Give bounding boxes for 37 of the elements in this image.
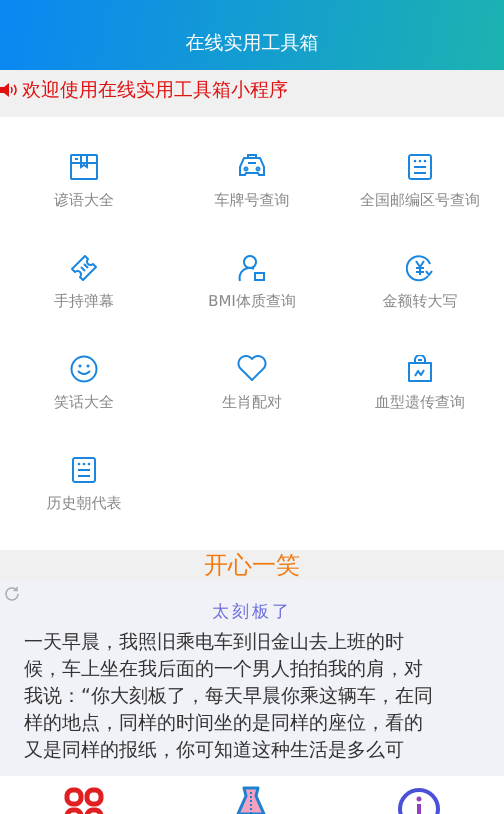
tool-label: 全国邮编区号查询 [360,191,480,210]
tool-item[interactable]: BMI体质查询 [168,218,336,319]
tool-label: 笑话大全 [54,393,114,412]
tool-label: 血型遗传查询 [375,393,465,412]
tool-label: 谚语大全 [54,191,114,210]
notice-text: 欢迎使用在线实用工具箱小程序 [22,78,288,102]
smile-icon [70,355,98,383]
tool-item[interactable]: 笑话大全 [0,319,168,420]
tool-item[interactable]: 金额转大写 [336,218,504,319]
tool-item[interactable]: 生肖配对 [168,319,336,420]
document-icon [70,456,98,484]
bag-icon [406,355,434,383]
tool-item[interactable]: 血型遗传查询 [336,319,504,420]
heart-icon [237,355,267,383]
tool-item[interactable]: 车牌号查询 [168,117,336,218]
tool-item[interactable]: 手持弹幕 [0,218,168,319]
box-icon [70,153,98,181]
joke-text: 一天早晨，我照旧乘电车到旧金山去上班的时候，车上坐在我后面的一个男人拍拍我的肩，对我说：“你大刻板了，每天早晨你乘这辆车，在同样的地点，同样的时间坐的是同样的座位，看的又是同样的报纸，你可知道这种生活是多么可 [24,630,434,763]
tool-item[interactable]: 历史朝代表 [0,420,168,521]
app-title: 在线实用工具箱 [186,31,318,56]
user-icon [238,254,266,282]
tool-item[interactable]: 谚语大全 [0,117,168,218]
speaker-icon [0,82,18,98]
tool-label: 手持弹幕 [54,292,114,311]
tool-item[interactable]: 全国邮编区号查询 [336,117,504,218]
tool-label: BMI体质查询 [208,292,296,311]
joke-title: 太刻板了 [211,601,293,623]
tool-label: 历史朝代表 [46,494,122,513]
ticket-icon [70,254,98,282]
info-icon[interactable] [397,786,441,814]
tool-label: 生肖配对 [222,393,282,412]
tool-label: 车牌号查询 [214,191,290,210]
tool-label: 金额转大写 [382,292,458,311]
section-heading: 开心一笑 [204,550,300,581]
yen-icon [406,254,434,282]
document-icon [406,153,434,181]
grid-icon[interactable] [63,786,105,814]
